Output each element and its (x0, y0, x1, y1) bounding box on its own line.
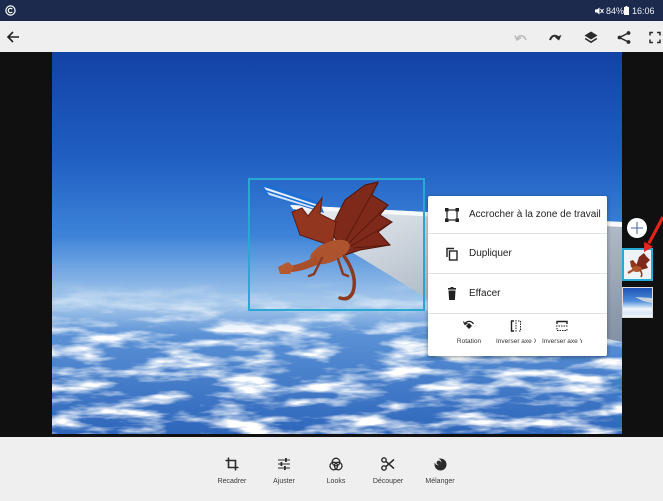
redo-button[interactable] (548, 31, 562, 44)
battery-icon (624, 6, 629, 15)
fullscreen-icon (649, 31, 661, 44)
tool-crop[interactable]: Recadrer (210, 437, 254, 501)
layers-button[interactable] (584, 31, 598, 44)
crop-icon (225, 457, 239, 471)
bottom-toolbar: Recadrer Ajuster Looks Découper Mélanger (0, 437, 663, 501)
flip-x-icon (510, 320, 522, 332)
rotate-icon (463, 320, 475, 332)
sky-background-thumbnail (635, 297, 652, 303)
mute-icon (594, 6, 604, 16)
menu-item-delete[interactable]: Effacer (428, 274, 607, 314)
tool-label: Mélanger (425, 478, 455, 485)
tool-cut[interactable]: Découper (366, 437, 410, 501)
layer-thumbnail-background[interactable] (622, 287, 653, 318)
battery-level: 84% (606, 6, 625, 16)
clock: 16:06 (632, 6, 655, 16)
snap-to-artboard-icon (445, 208, 459, 222)
share-icon (617, 31, 631, 44)
flip-x-label: Inverser axe X (496, 338, 536, 345)
dragon-layer-thumbnail (627, 253, 650, 278)
looks-icon (329, 457, 343, 471)
tool-adjust[interactable]: Ajuster (262, 437, 306, 501)
add-layer-icon (631, 222, 643, 234)
blend-icon (433, 457, 447, 471)
cut-icon (381, 457, 395, 471)
adjust-icon (277, 457, 291, 471)
back-arrow-icon (6, 31, 19, 43)
top-toolbar (0, 21, 663, 52)
context-menu: Accrocher à la zone de travail Dupliquer… (428, 196, 607, 356)
rotate-button[interactable]: Rotation (446, 314, 492, 356)
undo-button[interactable] (514, 31, 528, 44)
tool-looks[interactable]: Looks (314, 437, 358, 501)
back-button[interactable] (6, 30, 20, 44)
tool-label: Looks (326, 478, 346, 485)
tool-blend[interactable]: Mélanger (418, 437, 462, 501)
menu-item-duplicate[interactable]: Dupliquer (428, 234, 607, 274)
fullscreen-button[interactable] (649, 31, 661, 44)
app-logo-icon (5, 5, 16, 16)
flip-y-button[interactable]: Inverser axe Y (542, 314, 582, 356)
layers-icon (584, 31, 598, 44)
rotate-label: Rotation (456, 338, 482, 345)
layer-thumbnail-dragon[interactable] (622, 248, 653, 281)
status-bar: 84% 16:06 (0, 0, 663, 21)
trash-icon (445, 287, 459, 301)
tool-label: Ajuster (273, 478, 295, 485)
menu-item-snap-to-artboard[interactable]: Accrocher à la zone de travail (428, 196, 607, 234)
tool-label: Découper (372, 478, 404, 485)
transform-actions: Rotation Inverser axe X Inverser axe Y (428, 314, 607, 356)
tool-label: Recadrer (217, 478, 247, 485)
flip-y-icon (556, 320, 568, 332)
photo-editor-app: 84% 16:06 Accrocher à la zone de travail… (0, 0, 663, 501)
menu-item-label: Dupliquer (469, 248, 512, 259)
add-layer-button[interactable] (627, 218, 647, 238)
menu-item-label: Effacer (469, 288, 501, 299)
flip-x-button[interactable]: Inverser axe X (496, 314, 536, 356)
share-button[interactable] (617, 31, 631, 44)
menu-item-label: Accrocher à la zone de travail (469, 209, 601, 220)
selection-box[interactable] (248, 178, 425, 311)
redo-icon (549, 34, 562, 41)
undo-icon (514, 35, 527, 42)
flip-y-label: Inverser axe Y (542, 338, 582, 345)
duplicate-icon (445, 247, 459, 261)
